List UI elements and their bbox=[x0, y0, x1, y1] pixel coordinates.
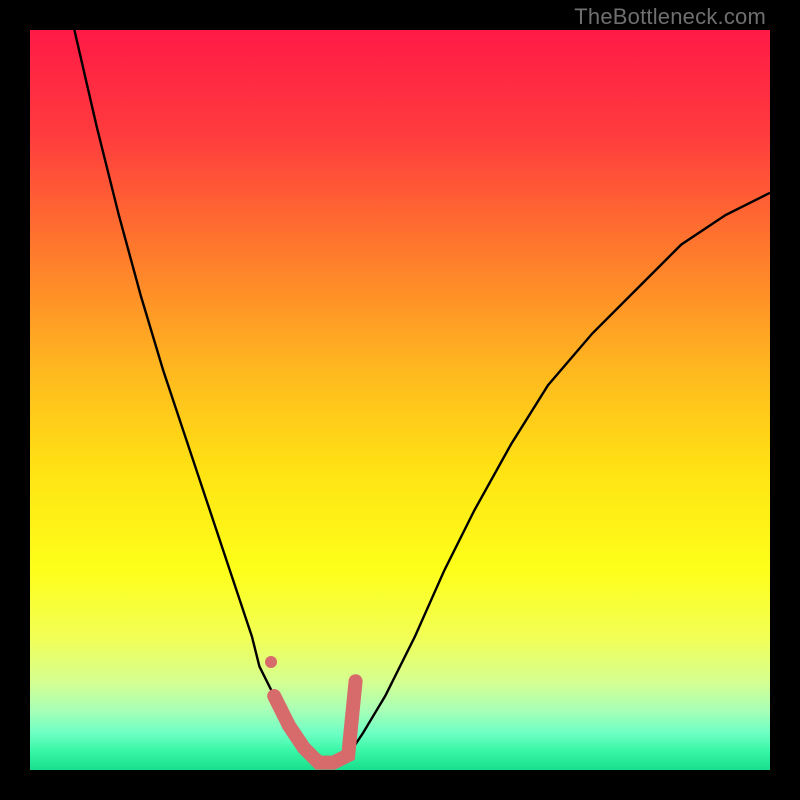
watermark-text: TheBottleneck.com bbox=[574, 4, 766, 30]
marker-dot bbox=[265, 656, 277, 668]
chart-overlay bbox=[30, 30, 770, 770]
bottleneck-curve bbox=[74, 30, 770, 763]
optimal-range-marker bbox=[274, 681, 355, 762]
chart-frame bbox=[30, 30, 770, 770]
